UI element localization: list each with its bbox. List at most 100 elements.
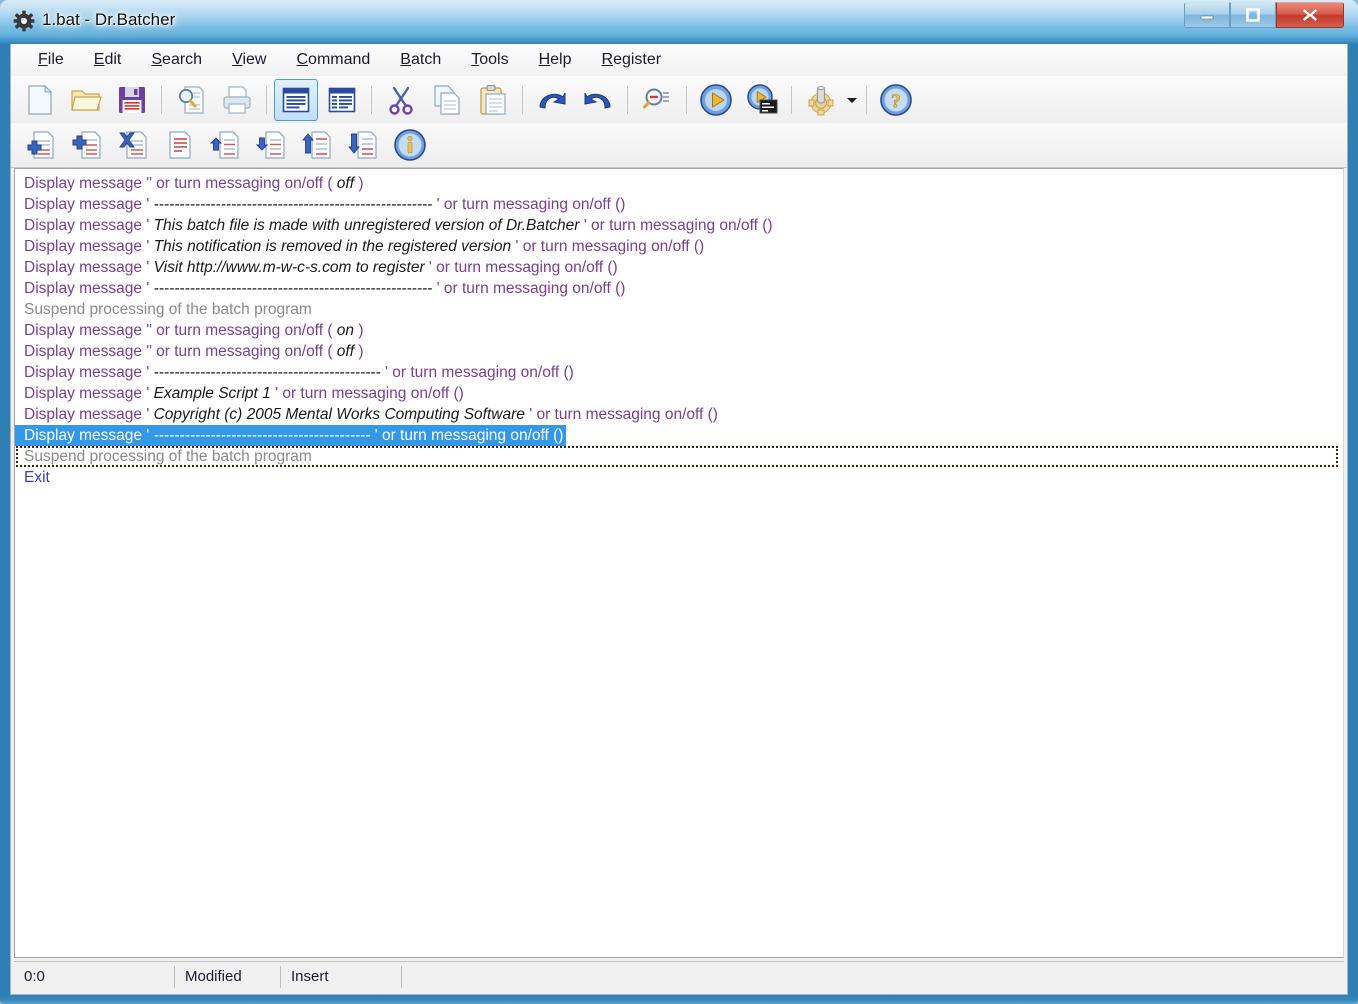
compile-button[interactable] (799, 79, 843, 121)
menu-item-file[interactable]: File (25, 48, 77, 72)
move-command-down-button[interactable] (250, 124, 294, 166)
compile-options-dropdown[interactable] (844, 79, 860, 121)
code-editor[interactable]: Display message " or turn messaging on/o… (14, 168, 1344, 958)
maximize-button[interactable] (1230, 2, 1276, 28)
insert-mode: Insert (281, 966, 401, 988)
menu-item-search[interactable]: Search (138, 48, 215, 72)
code-line[interactable]: Display message ' This notification is r… (15, 236, 1343, 257)
menu-item-register[interactable]: Register (589, 48, 675, 72)
primary-toolbar: ? (11, 76, 1347, 123)
toolbar-separator (866, 86, 867, 114)
print-button[interactable] (215, 79, 259, 121)
redo-button[interactable] (576, 79, 620, 121)
code-line[interactable]: Suspend processing of the batch program (15, 446, 1343, 467)
menu-accelerator: V (232, 51, 242, 68)
information-button[interactable] (388, 124, 432, 166)
print-preview-button[interactable] (169, 79, 213, 121)
code-line[interactable]: Display message ' Example Script 1 ' or … (15, 383, 1343, 404)
undo-button[interactable] (530, 79, 574, 121)
menu-accelerator: S (151, 51, 162, 68)
redo-arrow-icon (582, 87, 614, 113)
code-line[interactable]: Display message ' Copyright (c) 2005 Men… (15, 404, 1343, 425)
menu-accelerator: B (400, 51, 411, 68)
move-command-top-button[interactable] (296, 124, 340, 166)
copy-button[interactable] (425, 79, 469, 121)
find-button[interactable] (635, 79, 679, 121)
code-line[interactable]: Suspend processing of the batch program (15, 299, 1343, 320)
menu-item-edit[interactable]: Edit (81, 48, 135, 72)
client-area: FileEditSearchViewCommandBatchToolsHelpR… (10, 44, 1348, 995)
quote-mark: ' (146, 364, 153, 381)
insert-command-button[interactable] (66, 124, 110, 166)
command-argument: Copyright (c) 2005 Mental Works Computin… (154, 406, 525, 423)
quote-mark: ' (146, 217, 153, 234)
command-keyword: Display message (24, 259, 146, 276)
delete-command-button[interactable] (112, 124, 156, 166)
command-keyword: Display message (24, 196, 146, 213)
command-argument: This batch file is made with unregistere… (154, 217, 580, 234)
move-command-down-icon (256, 129, 288, 161)
close-button[interactable] (1276, 2, 1344, 28)
undo-arrow-icon (536, 87, 568, 113)
save-button[interactable] (110, 79, 154, 121)
quote-mark: ' (146, 238, 153, 255)
menu-item-command[interactable]: Command (283, 48, 383, 72)
view-text-mode-button[interactable] (274, 79, 318, 121)
command-modifier: ' or turn messaging on/off () (425, 259, 618, 276)
command-argument: off (337, 175, 354, 192)
move-command-up-button[interactable] (204, 124, 248, 166)
code-line[interactable]: Display message ' ----------------------… (15, 278, 1343, 299)
code-line-text: Exit (24, 469, 50, 486)
code-line-text: Display message " or turn messaging on/o… (24, 343, 364, 360)
edit-command-icon (164, 129, 196, 161)
quote-mark: ' (146, 280, 153, 297)
help-button[interactable]: ? (874, 79, 918, 121)
view-text-mode-icon (282, 86, 310, 114)
minimize-icon (1199, 9, 1215, 21)
move-command-bottom-icon (348, 129, 380, 161)
code-line[interactable]: Display message ' ----------------------… (15, 425, 1343, 446)
command-modifier: ' or turn messaging on/off () (525, 406, 718, 423)
code-line-text: Display message ' This notification is r… (24, 238, 704, 255)
run-play-icon (699, 83, 733, 117)
menu-accelerator: R (602, 51, 614, 68)
menu-item-view[interactable]: View (219, 48, 279, 72)
code-line-text: Display message " or turn messaging on/o… (24, 322, 364, 339)
print-preview-icon (175, 84, 207, 116)
toolbar-separator (791, 86, 792, 114)
code-line[interactable]: Display message ' Visit http://www.m-w-c… (15, 257, 1343, 278)
quote-mark: ' (146, 427, 153, 444)
new-file-button[interactable] (18, 79, 62, 121)
view-list-mode-button[interactable] (320, 79, 364, 121)
menu-item-help[interactable]: Help (526, 48, 585, 72)
code-line[interactable]: Display message " or turn messaging on/o… (15, 341, 1343, 362)
menu-accelerator: H (539, 51, 551, 68)
move-command-bottom-button[interactable] (342, 124, 386, 166)
command-modifier: ' or turn messaging on/off () (432, 280, 625, 297)
command-keyword: Display message (24, 364, 146, 381)
code-line[interactable]: Display message " or turn messaging on/o… (15, 173, 1343, 194)
code-line[interactable]: Display message " or turn messaging on/o… (15, 320, 1343, 341)
run-button[interactable] (694, 79, 738, 121)
quote-mark: ' (146, 196, 153, 213)
code-line[interactable]: Exit (15, 467, 1343, 488)
move-command-top-icon (302, 129, 334, 161)
paste-button[interactable] (471, 79, 515, 121)
menu-item-batch[interactable]: Batch (387, 48, 454, 72)
code-line[interactable]: Display message ' ----------------------… (15, 194, 1343, 215)
code-line-text: Display message ' Example Script 1 ' or … (24, 385, 464, 402)
open-file-button[interactable] (64, 79, 108, 121)
command-keyword: Display message (24, 427, 146, 444)
menu-item-tools[interactable]: Tools (458, 48, 521, 72)
minimize-button[interactable] (1184, 2, 1230, 28)
command-keyword: Display message (24, 406, 146, 423)
add-command-button[interactable] (20, 124, 64, 166)
code-line[interactable]: Display message ' This batch file is mad… (15, 215, 1343, 236)
run-in-console-button[interactable] (740, 79, 784, 121)
svg-text:?: ? (891, 90, 901, 112)
cut-button[interactable] (379, 79, 423, 121)
menu-bar: FileEditSearchViewCommandBatchToolsHelpR… (11, 44, 1347, 77)
command-modifier: or turn messaging on/off ( (152, 343, 337, 360)
edit-command-button[interactable] (158, 124, 202, 166)
code-line[interactable]: Display message ' ----------------------… (15, 362, 1343, 383)
